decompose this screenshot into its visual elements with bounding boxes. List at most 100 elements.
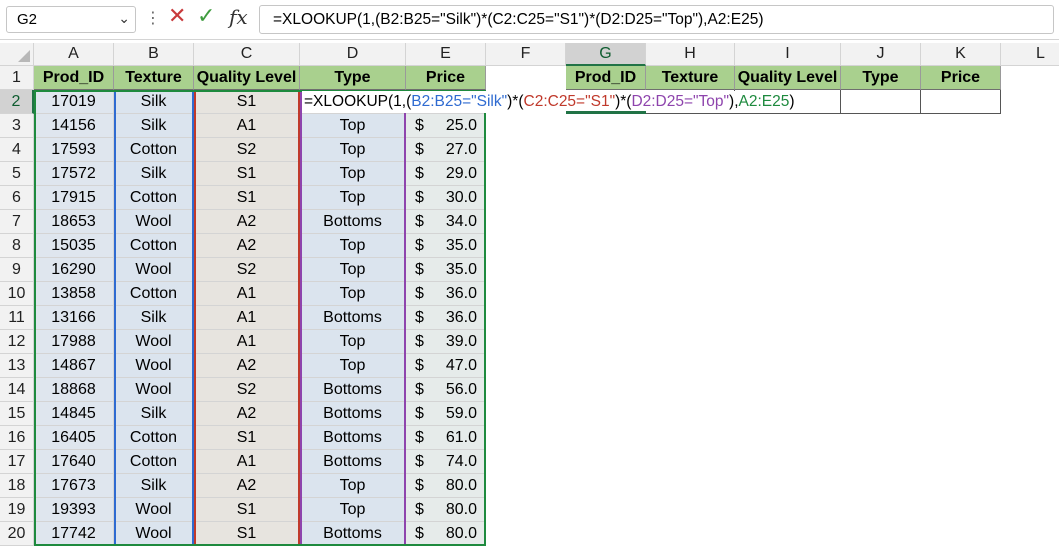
price-cell[interactable]: $35.0 — [406, 258, 486, 282]
table-header-cell[interactable]: Texture — [114, 66, 194, 90]
table-cell[interactable]: Top — [300, 354, 406, 378]
price-cell[interactable]: $29.0 — [406, 162, 486, 186]
table-cell[interactable]: Cotton — [114, 234, 194, 258]
table-cell[interactable]: 17019 — [34, 90, 114, 114]
table-cell[interactable]: S1 — [194, 162, 300, 186]
fx-icon[interactable]: fx — [229, 5, 248, 29]
price-cell[interactable]: $39.0 — [406, 330, 486, 354]
price-cell[interactable]: $59.0 — [406, 402, 486, 426]
table-cell[interactable]: Top — [300, 114, 406, 138]
row-header-5[interactable]: 5 — [0, 162, 34, 186]
table-cell[interactable]: Bottoms — [300, 426, 406, 450]
row-header-14[interactable]: 14 — [0, 378, 34, 402]
column-header-a[interactable]: A — [34, 43, 114, 66]
table-cell[interactable]: Cotton — [114, 450, 194, 474]
column-header-l[interactable]: L — [1001, 43, 1059, 66]
price-cell[interactable]: $47.0 — [406, 354, 486, 378]
cancel-icon[interactable]: ✕ — [168, 5, 186, 27]
table-cell[interactable]: Top — [300, 330, 406, 354]
row-header-7[interactable]: 7 — [0, 210, 34, 234]
price-cell[interactable]: $34.0 — [406, 210, 486, 234]
table-cell[interactable]: 17915 — [34, 186, 114, 210]
table-header-cell[interactable]: Price — [406, 66, 486, 90]
row-header-6[interactable]: 6 — [0, 186, 34, 210]
table-cell[interactable]: 17673 — [34, 474, 114, 498]
table-header-cell[interactable]: Prod_ID — [34, 66, 114, 90]
price-cell[interactable]: $35.0 — [406, 234, 486, 258]
table-cell[interactable]: A1 — [194, 306, 300, 330]
table-cell[interactable]: Wool — [114, 330, 194, 354]
table-cell[interactable]: Bottoms — [300, 450, 406, 474]
column-header-k[interactable]: K — [921, 43, 1001, 66]
table-cell[interactable]: 16290 — [34, 258, 114, 282]
table-cell[interactable]: A1 — [194, 330, 300, 354]
lookup-header-cell[interactable]: Quality Level — [735, 66, 841, 90]
table-cell[interactable]: Top — [300, 282, 406, 306]
row-header-15[interactable]: 15 — [0, 402, 34, 426]
row-header-4[interactable]: 4 — [0, 138, 34, 162]
table-cell[interactable]: Cotton — [114, 186, 194, 210]
row-header-16[interactable]: 16 — [0, 426, 34, 450]
table-cell[interactable]: 13166 — [34, 306, 114, 330]
price-cell[interactable]: $80.0 — [406, 522, 486, 546]
table-cell[interactable]: Wool — [114, 378, 194, 402]
table-cell[interactable]: Bottoms — [300, 402, 406, 426]
table-cell[interactable]: A1 — [194, 450, 300, 474]
row-header-1[interactable]: 1 — [0, 66, 34, 90]
price-cell[interactable]: $74.0 — [406, 450, 486, 474]
table-cell[interactable]: 17572 — [34, 162, 114, 186]
column-header-j[interactable]: J — [841, 43, 921, 66]
table-cell[interactable]: 17640 — [34, 450, 114, 474]
menu-dots-icon[interactable]: ⋮ — [145, 8, 161, 28]
table-cell[interactable]: S1 — [194, 186, 300, 210]
lookup-header-cell[interactable]: Texture — [646, 66, 735, 90]
row-header-8[interactable]: 8 — [0, 234, 34, 258]
table-cell[interactable]: Top — [300, 258, 406, 282]
table-cell[interactable]: Bottoms — [300, 306, 406, 330]
table-cell[interactable]: 19393 — [34, 498, 114, 522]
table-cell[interactable]: Wool — [114, 210, 194, 234]
table-cell[interactable]: Silk — [114, 474, 194, 498]
column-header-c[interactable]: C — [194, 43, 300, 66]
table-cell[interactable]: 14845 — [34, 402, 114, 426]
price-cell[interactable]: $30.0 — [406, 186, 486, 210]
table-cell[interactable]: 14156 — [34, 114, 114, 138]
lookup-header-cell[interactable]: Price — [921, 66, 1001, 90]
table-cell[interactable]: Top — [300, 186, 406, 210]
table-cell[interactable]: 18653 — [34, 210, 114, 234]
table-header-cell[interactable]: Quality Level — [194, 66, 300, 90]
row-header-11[interactable]: 11 — [0, 306, 34, 330]
column-header-g[interactable]: G — [566, 43, 646, 66]
price-cell[interactable]: $36.0 — [406, 306, 486, 330]
table-cell[interactable]: S1 — [194, 498, 300, 522]
table-cell[interactable]: Wool — [114, 354, 194, 378]
table-cell[interactable]: Silk — [114, 162, 194, 186]
table-cell[interactable]: Bottoms — [300, 210, 406, 234]
table-cell[interactable]: Silk — [114, 114, 194, 138]
table-cell[interactable]: 18868 — [34, 378, 114, 402]
table-cell[interactable]: 17988 — [34, 330, 114, 354]
table-cell[interactable]: A2 — [194, 354, 300, 378]
column-header-i[interactable]: I — [735, 43, 841, 66]
row-header-17[interactable]: 17 — [0, 450, 34, 474]
row-header-20[interactable]: 20 — [0, 522, 34, 546]
table-cell[interactable]: A1 — [194, 282, 300, 306]
table-cell[interactable]: S1 — [194, 522, 300, 546]
table-cell[interactable]: S1 — [194, 426, 300, 450]
cell-edit-formula[interactable]: =XLOOKUP(1,(B2:B25="Silk")*(C2:C25="S1")… — [302, 91, 795, 113]
table-cell[interactable]: A1 — [194, 114, 300, 138]
column-header-b[interactable]: B — [114, 43, 194, 66]
enter-check-icon[interactable]: ✓ — [197, 5, 215, 27]
table-cell[interactable]: Top — [300, 498, 406, 522]
row-header-18[interactable]: 18 — [0, 474, 34, 498]
column-header-e[interactable]: E — [406, 43, 486, 66]
price-cell[interactable]: $56.0 — [406, 378, 486, 402]
row-header-9[interactable]: 9 — [0, 258, 34, 282]
table-cell[interactable]: Wool — [114, 522, 194, 546]
table-cell[interactable]: Cotton — [114, 426, 194, 450]
table-cell[interactable]: Top — [300, 234, 406, 258]
lookup-result-cell[interactable] — [921, 90, 1001, 114]
table-cell[interactable]: Silk — [114, 90, 194, 114]
table-cell[interactable]: 17742 — [34, 522, 114, 546]
table-cell[interactable]: S2 — [194, 258, 300, 282]
